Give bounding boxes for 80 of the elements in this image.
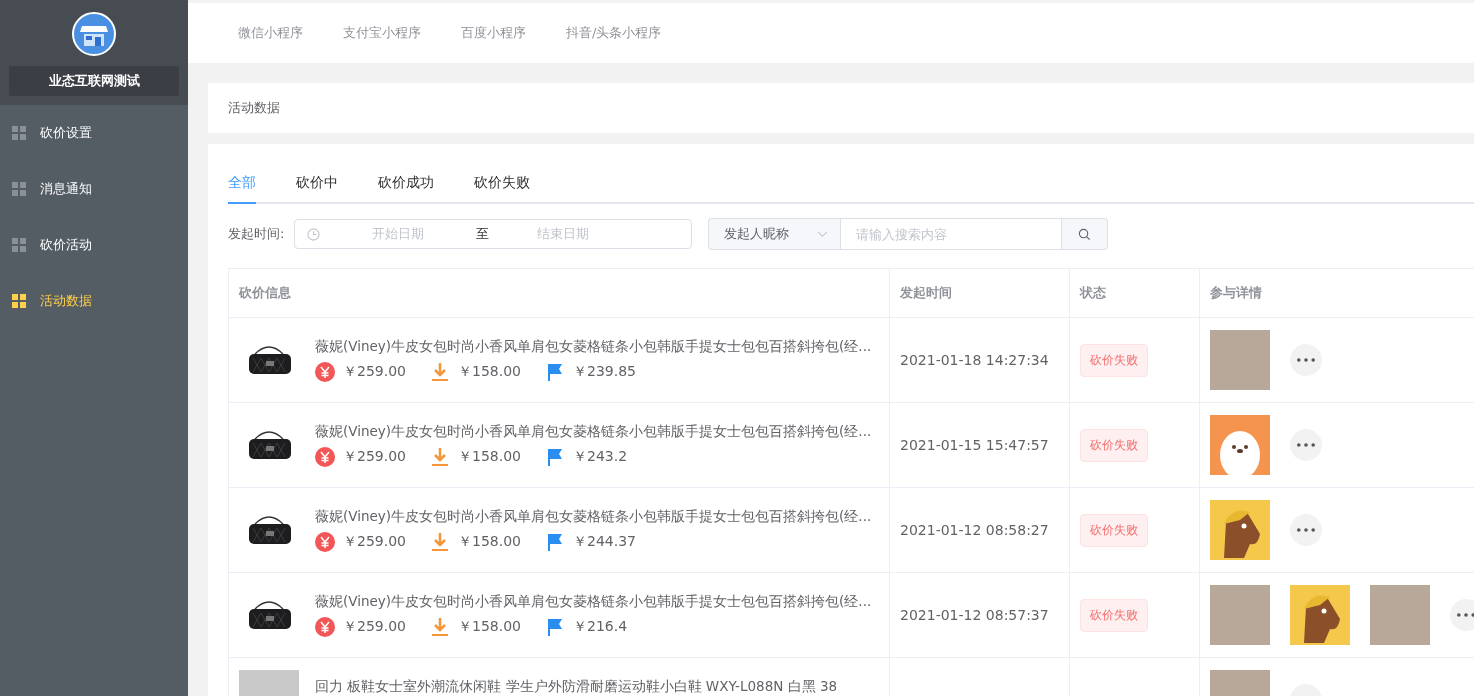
chevron-down-icon: [817, 230, 829, 238]
grid-icon: [12, 238, 26, 252]
status-tag: 砍价失败: [1080, 428, 1148, 462]
current-price: ￥244.37: [573, 533, 636, 551]
grid-icon: [12, 182, 26, 196]
status-tag: 砍价失败: [1080, 513, 1148, 547]
more-button[interactable]: [1290, 429, 1322, 461]
download-arrow-icon: [430, 617, 450, 637]
start-time: 2021-01-15 15:47:57: [900, 437, 1049, 453]
cartoon-horse-avatar: [1290, 585, 1350, 645]
yuan-icon: [315, 617, 335, 637]
current-price: ￥243.2: [573, 448, 628, 466]
cartoon-dog-avatar: [1210, 415, 1270, 475]
start-time: 2021-01-12 08:57:37: [900, 607, 1049, 623]
floor-price: ￥158.00: [458, 363, 521, 381]
search-field[interactable]: 请输入搜索内容: [840, 218, 1063, 250]
ellipsis-icon: [1297, 528, 1315, 532]
download-arrow-icon: [430, 362, 450, 382]
original-price: ￥259.00: [343, 448, 406, 466]
range-separator: 至: [476, 225, 490, 243]
grid-icon: [12, 294, 26, 308]
more-button[interactable]: [1290, 514, 1322, 546]
product-title: 薇妮(Viney)牛皮女包时尚小香风单肩包女菱格链条小包韩版手提女士包包百搭斜挎包(经...: [315, 338, 872, 356]
product-title: 薇妮(Viney)牛皮女包时尚小香风单肩包女菱格链条小包韩版手提女士包包百搭斜挎包(经...: [315, 423, 872, 441]
product-title: 薇妮(Viney)牛皮女包时尚小香风单肩包女菱格链条小包韩版手提女士包包百搭斜挎包(经...: [315, 593, 872, 611]
yuan-icon: [315, 532, 335, 552]
start-time: 2021-01-18 14:27:34: [900, 352, 1049, 368]
sidebar-item[interactable]: 活动数据: [0, 273, 188, 329]
avatar-photo-placeholder: [1370, 585, 1430, 645]
search-icon: [1078, 227, 1092, 241]
column-header: 砍价信息: [229, 269, 890, 317]
search-button[interactable]: [1062, 218, 1109, 250]
more-button[interactable]: [1290, 344, 1322, 376]
start-date-placeholder: 开始日期: [372, 225, 425, 243]
yuan-icon: [315, 447, 335, 467]
floor-price: ￥158.00: [458, 448, 521, 466]
ellipsis-icon: [1297, 443, 1315, 447]
date-range-field[interactable]: 开始日期 至 结束日期: [294, 219, 693, 249]
status-tab[interactable]: 砍价中: [296, 174, 358, 204]
status-tag: 砍价失败: [1080, 343, 1148, 377]
floor-price: ￥158.00: [458, 533, 521, 551]
original-price: ￥259.00: [343, 533, 406, 551]
filter-label: 发起时间:: [228, 225, 285, 243]
clock-icon: [307, 227, 321, 241]
ellipsis-icon: [1457, 613, 1474, 617]
sidebar-item[interactable]: 砍价活动: [0, 217, 188, 273]
current-price: ￥216.4: [573, 618, 628, 636]
shop-logo-icon: [72, 12, 116, 56]
product-title: 回力 板鞋女士室外潮流休闲鞋 学生户外防滑耐磨运动鞋小白鞋 WXY-L088N 白黑 38: [315, 678, 838, 696]
avatar-photo-placeholder: [1210, 585, 1270, 645]
sidebar-item[interactable]: 砍价设置: [0, 105, 188, 161]
more-button[interactable]: [1450, 599, 1474, 631]
floor-price: ￥158.00: [458, 618, 521, 636]
yuan-icon: [315, 362, 335, 382]
ellipsis-icon: [1297, 358, 1315, 362]
flag-icon: [545, 532, 565, 552]
end-date-placeholder: 结束日期: [537, 225, 590, 243]
download-arrow-icon: [430, 532, 450, 552]
sidebar-item[interactable]: 消息通知: [0, 161, 188, 217]
cartoon-horse-avatar: [1210, 500, 1270, 560]
current-price: ￥239.85: [573, 363, 636, 381]
avatar-photo-placeholder: [1210, 330, 1270, 390]
status-tab[interactable]: 砍价失败: [474, 174, 550, 204]
status-tab[interactable]: 砍价成功: [378, 174, 454, 204]
search-type-select[interactable]: 发起人昵称: [708, 218, 841, 250]
start-time: 2021-01-12 08:58:27: [900, 522, 1049, 538]
flag-icon: [545, 617, 565, 637]
original-price: ￥259.00: [343, 618, 406, 636]
column-header: 参与详情: [1209, 284, 1263, 302]
page-title: 活动数据: [228, 99, 280, 117]
download-arrow-icon: [430, 447, 450, 467]
product-title: 薇妮(Viney)牛皮女包时尚小香风单肩包女菱格链条小包韩版手提女士包包百搭斜挎包(经...: [315, 508, 872, 526]
grid-icon: [12, 126, 26, 140]
original-price: ￥259.00: [343, 363, 406, 381]
status-tag: 砍价失败: [1080, 598, 1148, 632]
flag-icon: [545, 447, 565, 467]
flag-icon: [545, 362, 565, 382]
shop-name: 业态互联网测试: [9, 66, 179, 96]
column-header: 发起时间: [890, 269, 1070, 317]
column-header: 状态: [1070, 269, 1200, 317]
